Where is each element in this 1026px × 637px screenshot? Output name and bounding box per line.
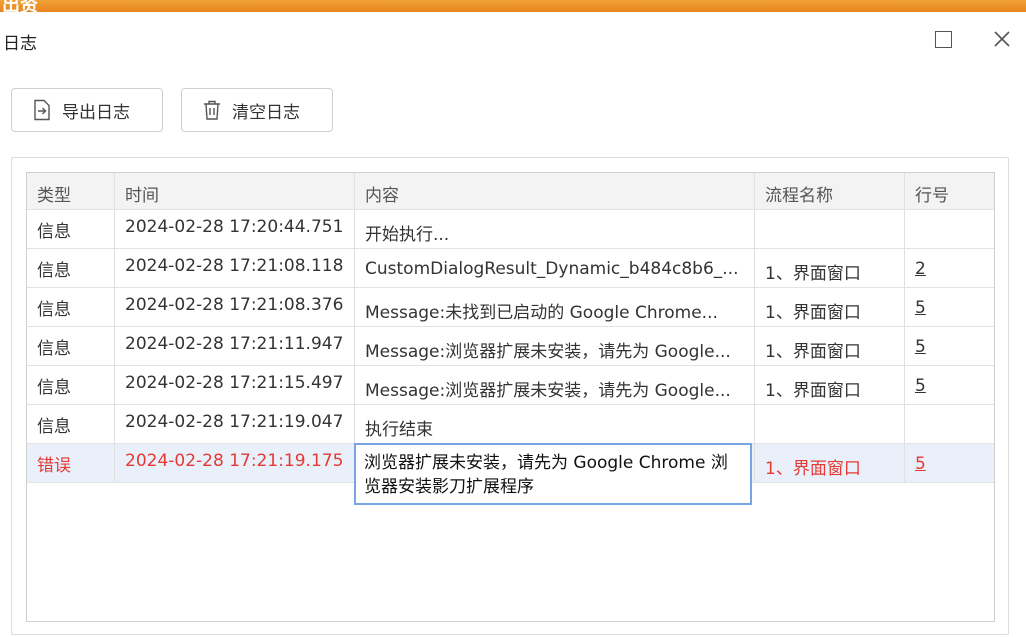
- row-time: 2024-02-28 17:21:19.175: [115, 444, 355, 482]
- log-table: 类型 时间 内容 流程名称 行号 信息 2024-02-28 17:20:44.…: [26, 172, 995, 622]
- row-time: 2024-02-28 17:21:11.947: [115, 327, 355, 365]
- table-row[interactable]: 信息 2024-02-28 17:21:19.047 执行结束: [27, 405, 994, 444]
- table-header: 类型 时间 内容 流程名称 行号: [27, 173, 994, 210]
- row-time: 2024-02-28 17:21:15.497: [115, 366, 355, 404]
- export-log-label: 导出日志: [62, 102, 130, 123]
- table-row[interactable]: 信息 2024-02-28 17:21:15.497 Message:浏览器扩展…: [27, 366, 994, 405]
- app-top-strip: 出资: [0, 0, 1026, 12]
- column-header-line-number[interactable]: 行号: [905, 173, 994, 209]
- table-row[interactable]: 信息 2024-02-28 17:21:11.947 Message:浏览器扩展…: [27, 327, 994, 366]
- row-content: CustomDialogResult_Dynamic_b484c8b6_...: [355, 249, 755, 287]
- dialog-titlebar: 日志: [0, 12, 1026, 68]
- table-row[interactable]: 信息 2024-02-28 17:20:44.751 开始执行...: [27, 210, 994, 249]
- column-header-content[interactable]: 内容: [355, 173, 755, 209]
- row-flow-name: 1、界面窗口: [755, 327, 905, 365]
- row-line-number: [905, 405, 994, 443]
- row-type: 错误: [27, 444, 115, 482]
- row-type: 信息: [27, 210, 115, 248]
- row-line-number: 5: [905, 288, 994, 326]
- column-header-time[interactable]: 时间: [115, 173, 355, 209]
- row-type: 信息: [27, 405, 115, 443]
- line-number-link[interactable]: 5: [915, 298, 926, 318]
- row-content: Message:浏览器扩展未安装，请先为 Google...: [355, 366, 755, 404]
- export-file-icon: [32, 99, 52, 121]
- row-time: 2024-02-28 17:21:08.118: [115, 249, 355, 287]
- row-type: 信息: [27, 249, 115, 287]
- row-flow-name: [755, 405, 905, 443]
- row-time: 2024-02-28 17:21:08.376: [115, 288, 355, 326]
- row-flow-name: 1、界面窗口: [755, 249, 905, 287]
- row-flow-name: 1、界面窗口: [755, 288, 905, 326]
- dialog-title: 日志: [3, 34, 37, 54]
- row-type: 信息: [27, 288, 115, 326]
- row-time: 2024-02-28 17:21:19.047: [115, 405, 355, 443]
- row-content: 执行结束: [355, 405, 755, 443]
- row-line-number: [905, 210, 994, 248]
- row-content: Message:未找到已启动的 Google Chrome...: [355, 288, 755, 326]
- line-number-link[interactable]: 2: [915, 259, 926, 279]
- close-icon[interactable]: [990, 27, 1014, 51]
- table-row[interactable]: 信息 2024-02-28 17:21:08.118 CustomDialogR…: [27, 249, 994, 288]
- row-line-number: 5: [905, 327, 994, 365]
- row-line-number: 5: [905, 444, 994, 482]
- line-number-link[interactable]: 5: [915, 454, 926, 474]
- clear-log-button[interactable]: 清空日志: [181, 88, 333, 132]
- row-time: 2024-02-28 17:20:44.751: [115, 210, 355, 248]
- row-flow-name: 1、界面窗口: [755, 366, 905, 404]
- row-content: 开始执行...: [355, 210, 755, 248]
- row-content: Message:浏览器扩展未安装，请先为 Google...: [355, 327, 755, 365]
- column-header-flow-name[interactable]: 流程名称: [755, 173, 905, 209]
- clear-log-label: 清空日志: [232, 102, 300, 123]
- row-flow-name: 1、界面窗口: [755, 444, 905, 482]
- column-header-type[interactable]: 类型: [27, 173, 115, 209]
- row-flow-name: [755, 210, 905, 248]
- export-log-button[interactable]: 导出日志: [11, 88, 163, 132]
- line-number-link[interactable]: 5: [915, 337, 926, 357]
- row-line-number: 5: [905, 366, 994, 404]
- row-type: 信息: [27, 366, 115, 404]
- maximize-icon[interactable]: [931, 27, 955, 51]
- app-header-peek-text: 出资: [2, 0, 38, 12]
- line-number-link[interactable]: 5: [915, 376, 926, 396]
- row-type: 信息: [27, 327, 115, 365]
- trash-icon: [202, 99, 222, 121]
- table-row[interactable]: 信息 2024-02-28 17:21:08.376 Message:未找到已启…: [27, 288, 994, 327]
- content-cell-editor[interactable]: 浏览器扩展未安装，请先为 Google Chrome 浏览器安装影刀扩展程序: [354, 443, 752, 505]
- row-line-number: 2: [905, 249, 994, 287]
